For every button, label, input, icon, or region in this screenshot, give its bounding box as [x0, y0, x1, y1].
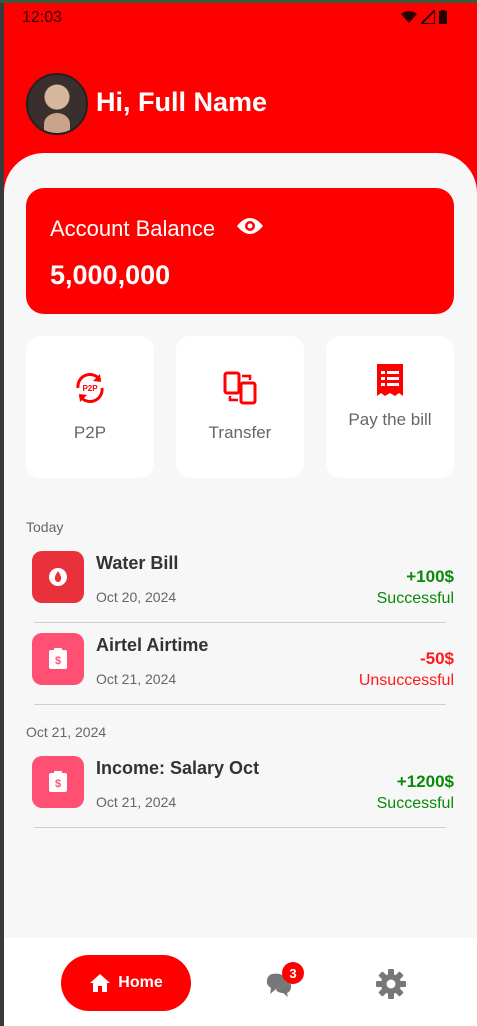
signal-icon: [421, 10, 435, 24]
transaction-row[interactable]: Water Bill Oct 20, 2024 +100$ Successful: [26, 543, 454, 623]
divider: [34, 704, 446, 705]
transaction-status: Unsuccessful: [358, 672, 454, 689]
divider: [34, 827, 446, 828]
transaction-status: Successful: [376, 590, 454, 607]
pay-bill-button[interactable]: Pay the bill: [326, 336, 454, 478]
content-sheet: Account Balance 5,000,000 P2P P2P Transf…: [4, 153, 477, 943]
transaction-status: Successful: [376, 795, 454, 812]
gear-icon[interactable]: [375, 968, 407, 1000]
balance-label: Account Balance: [50, 216, 216, 241]
transfer-button[interactable]: Transfer: [176, 336, 304, 478]
divider: [34, 622, 446, 623]
svg-text:$: $: [55, 778, 61, 790]
status-icons: [401, 10, 447, 24]
section-label-date: Oct 21, 2024: [26, 724, 107, 740]
transaction-amount: -50$: [419, 649, 454, 668]
svg-text:P2P: P2P: [82, 384, 98, 393]
transaction-date: Oct 20, 2024: [96, 589, 177, 605]
home-icon: [90, 974, 111, 992]
eye-icon[interactable]: [236, 216, 264, 241]
status-bar: 12:03: [4, 3, 477, 31]
transaction-title: Income: Salary Oct: [96, 758, 260, 778]
app-screen: 12:03 Hi, Full Name Account Balance 5,00…: [4, 3, 477, 1026]
transaction-row[interactable]: $ Income: Salary Oct Oct 21, 2024 +1200$…: [26, 748, 454, 828]
home-button[interactable]: Home: [61, 955, 191, 1011]
bottom-nav: Home 3: [4, 938, 477, 1026]
wifi-icon: [401, 11, 417, 23]
transaction-date: Oct 21, 2024: [96, 794, 177, 810]
p2p-icon: P2P: [26, 370, 154, 406]
water-drop-icon: [32, 551, 84, 603]
pay-bill-label: Pay the bill: [348, 410, 432, 429]
transaction-amount: +1200$: [396, 772, 454, 791]
transaction-date: Oct 21, 2024: [96, 671, 177, 687]
chat-badge: 3: [282, 962, 304, 984]
dollar-receipt-icon: $: [32, 633, 84, 685]
dollar-receipt-icon: $: [32, 756, 84, 808]
section-label-today: Today: [26, 519, 64, 535]
transaction-amount: +100$: [406, 567, 454, 586]
transaction-title: Water Bill: [96, 553, 179, 573]
transfer-icon: [176, 370, 304, 406]
transaction-title: Airtel Airtime: [96, 635, 209, 655]
receipt-icon: [326, 362, 454, 398]
p2p-label: P2P: [73, 423, 107, 442]
greeting-text: Hi, Full Name: [96, 87, 268, 117]
status-time: 12:03: [22, 9, 63, 26]
balance-value: 5,000,000: [50, 260, 171, 290]
transaction-row[interactable]: $ Airtel Airtime Oct 21, 2024 -50$ Unsuc…: [26, 625, 454, 705]
avatar[interactable]: [26, 73, 88, 135]
battery-icon: [439, 10, 447, 24]
transfer-label: Transfer: [208, 423, 272, 442]
balance-card: Account Balance 5,000,000: [26, 188, 454, 314]
home-label: Home: [118, 974, 163, 991]
p2p-button[interactable]: P2P P2P: [26, 336, 154, 478]
svg-text:$: $: [55, 655, 61, 667]
